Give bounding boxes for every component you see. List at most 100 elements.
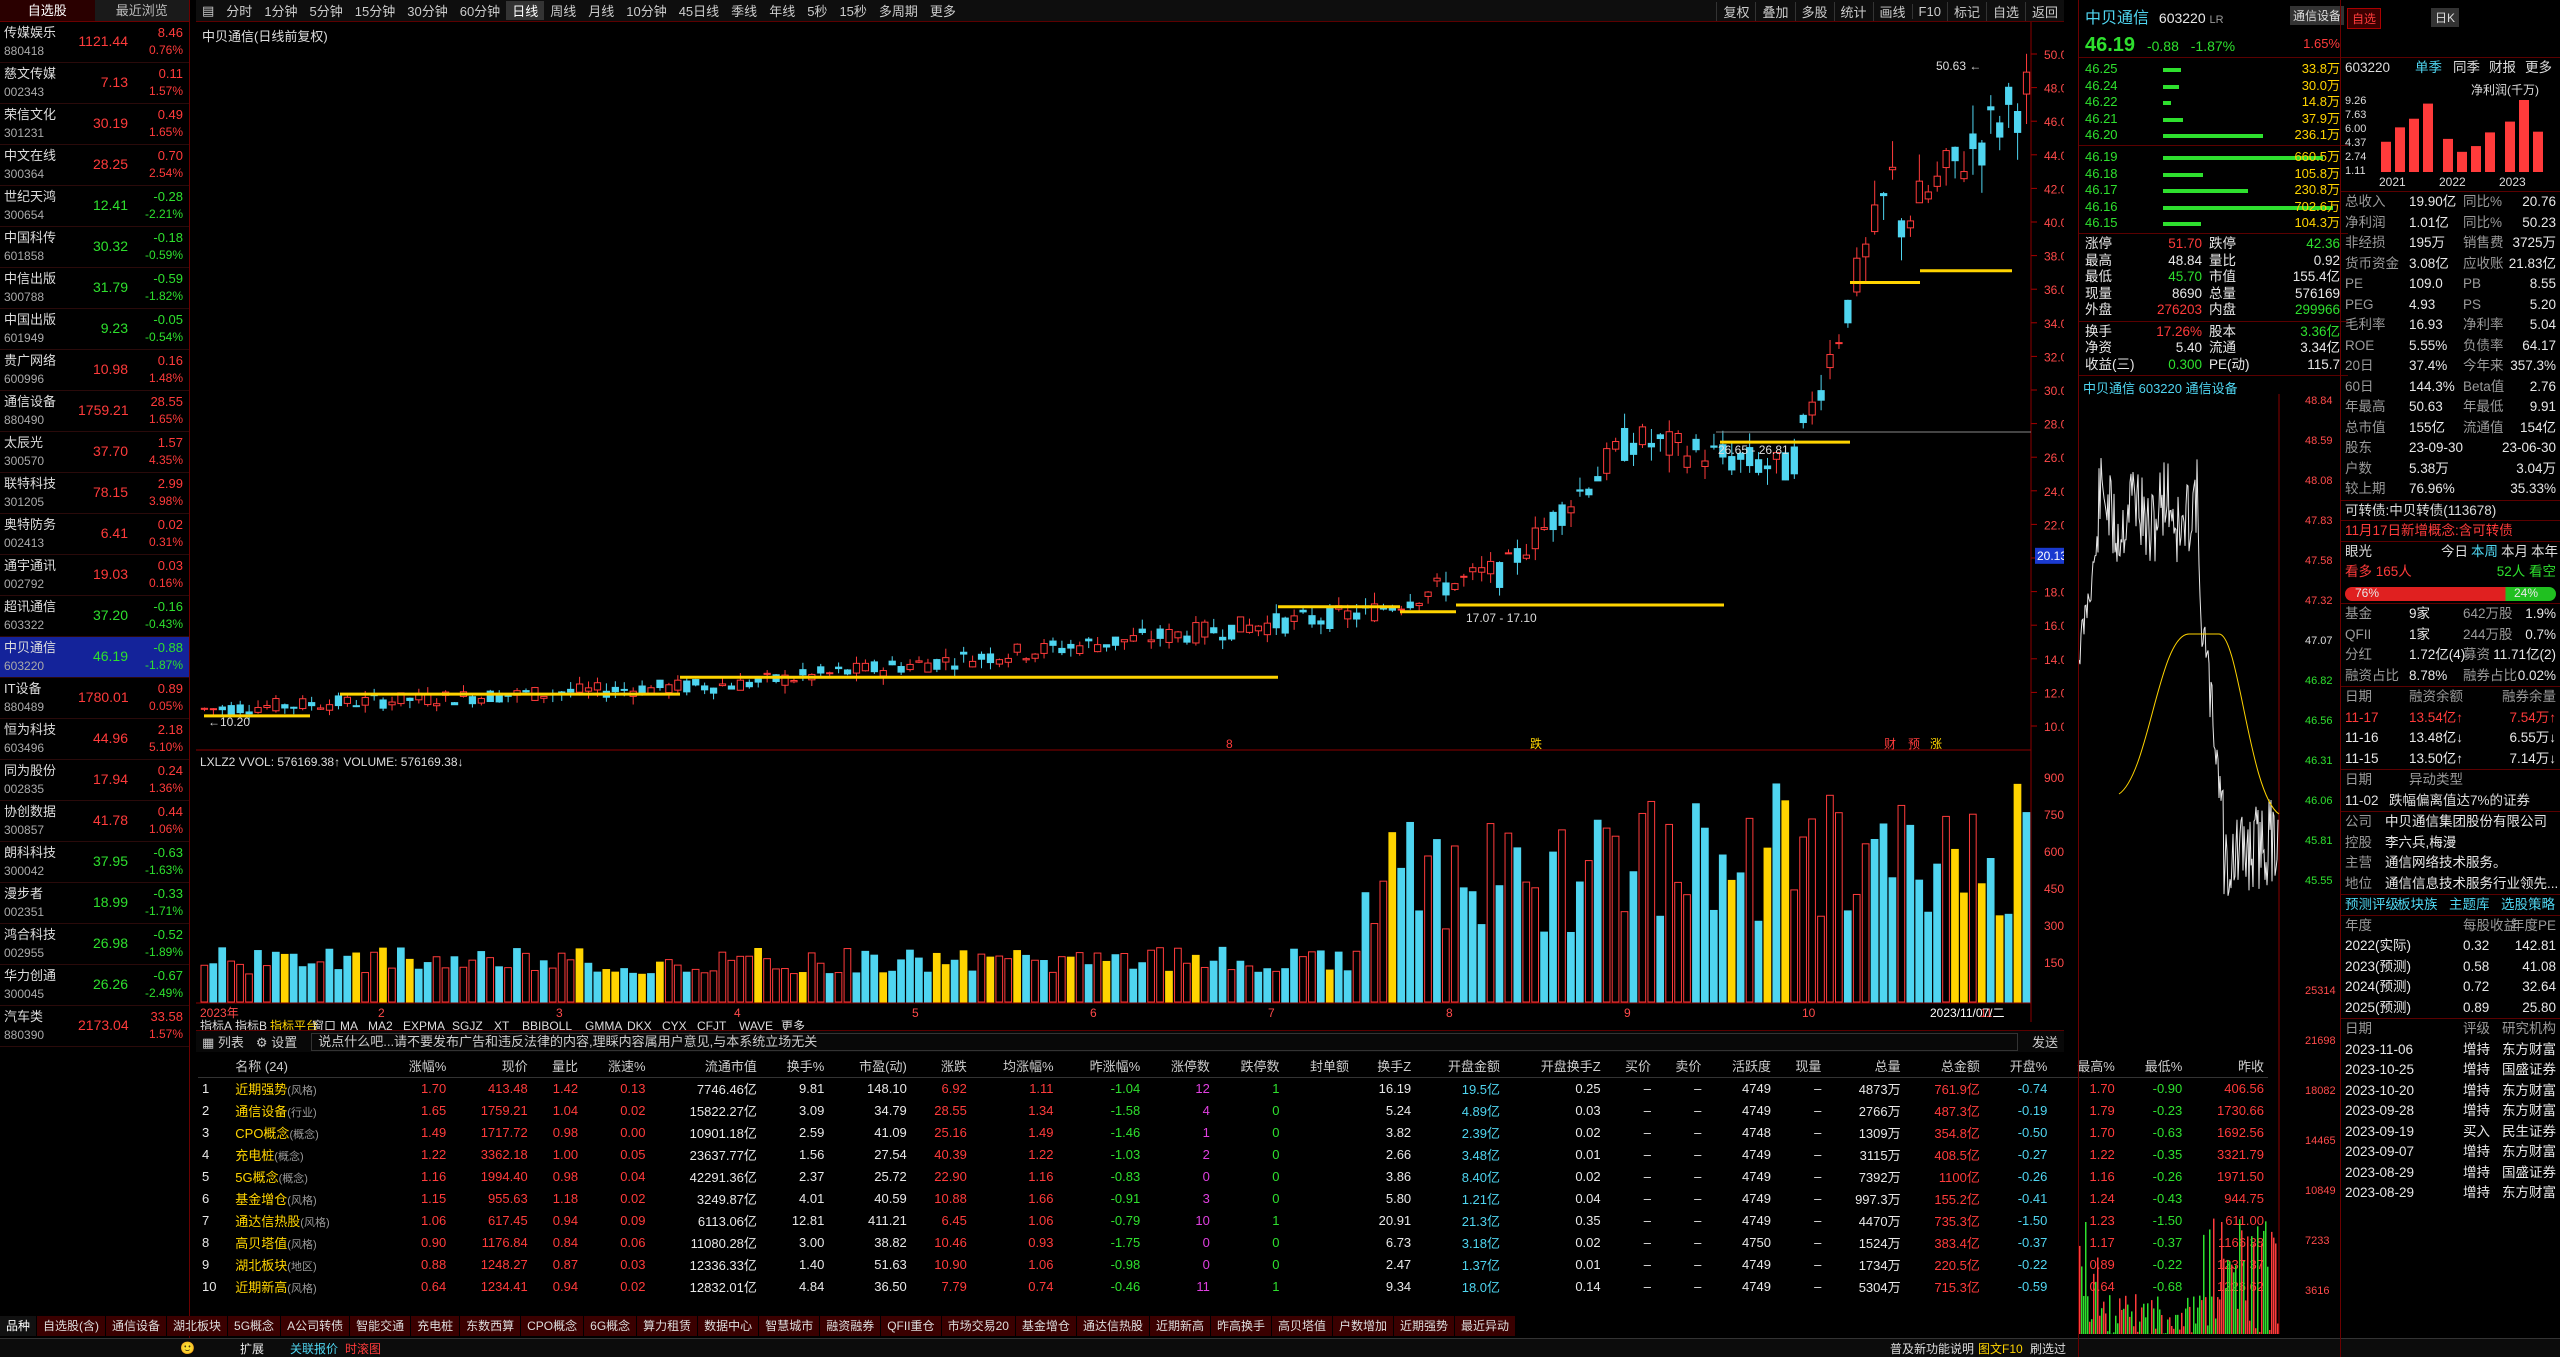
rating-row[interactable]: 2023-08-29 增持 东方财富	[2341, 1183, 2560, 1204]
column-header[interactable]: 卖价	[1655, 1055, 1706, 1078]
sector-name[interactable]: 基金增仓	[235, 1192, 287, 1207]
table-row[interactable]: 5 5G概念(概念) 1.16 1994.40 0.98 0.04 42291.36亿 2.3…	[198, 1165, 2268, 1187]
rating-row[interactable]: 2023-10-25 增持 国盛证券	[2341, 1060, 2560, 1081]
watchlist-item[interactable]: 联特科技 301205 78.15 2.99 3.98%	[0, 473, 189, 514]
column-header[interactable]: 买价	[1604, 1055, 1655, 1078]
column-header[interactable]: 开盘换手Z	[1504, 1055, 1605, 1078]
tool-4[interactable]: 画线	[1872, 1, 1912, 21]
tool-2[interactable]: 多股	[1794, 1, 1834, 21]
tool-1[interactable]: 叠加	[1755, 1, 1794, 21]
bottom-tab[interactable]: 6G概念	[584, 1316, 638, 1336]
watchlist-item[interactable]: 漫步者 002351 18.99 -0.33 -1.71%	[0, 883, 189, 924]
sector-name[interactable]: 近期新高	[235, 1280, 287, 1295]
column-header[interactable]: 开盘%	[1983, 1055, 2052, 1078]
tool-0[interactable]: 复权	[1716, 1, 1755, 21]
watchlist-item[interactable]: 中国出版 601949 9.23 -0.05 -0.54%	[0, 309, 189, 350]
period-8[interactable]: 月线	[582, 1, 620, 20]
column-header[interactable]: 市盈(动)	[828, 1055, 911, 1078]
watchlist-item[interactable]: 朗科科技 300042 37.95 -0.63 -1.63%	[0, 842, 189, 883]
column-header[interactable]: 现量	[1774, 1055, 1826, 1078]
indicator-tab[interactable]: CYX	[662, 1019, 687, 1030]
period-14[interactable]: 15秒	[833, 1, 872, 20]
sentiment-option[interactable]: 今日	[2441, 542, 2468, 563]
bottom-tab[interactable]: 智能交通	[350, 1316, 412, 1336]
table-row[interactable]: 4 充电桩(概念) 1.22 3362.18 1.00 0.05 23637.77亿 1.56…	[198, 1143, 2268, 1165]
sentiment-option[interactable]: 本年	[2531, 542, 2558, 563]
intraday-mini-chart[interactable]: 48.84 48.59 48.08 47.83 47.58 47.32 47.07 46.82…	[2078, 394, 2349, 1334]
forecast-link[interactable]: 选股策略	[2501, 895, 2555, 916]
column-header[interactable]: 涨速%	[582, 1055, 650, 1078]
table-row[interactable]: 10 近期新高(风格) 0.64 1234.41 0.94 0.02 12832.01亿 4.…	[198, 1275, 2268, 1297]
column-header[interactable]: 封单额	[1283, 1055, 1354, 1078]
watchlist-item[interactable]: 荣信文化 301231 30.19 0.49 1.65%	[0, 104, 189, 145]
status-related[interactable]: 关联报价	[290, 1340, 338, 1357]
table-row[interactable]: 8 高贝塔值(风格) 0.90 1176.84 0.84 0.06 11080.28亿 3.0…	[198, 1231, 2268, 1253]
tool-5[interactable]: F10	[1911, 3, 1947, 19]
period-5[interactable]: 60分钟	[454, 1, 506, 20]
column-header[interactable]: 流通市值	[649, 1055, 761, 1078]
status-f10[interactable]: 图文F10	[1978, 1340, 2023, 1357]
bottom-tab[interactable]: 近期强势	[1394, 1316, 1456, 1336]
period-12[interactable]: 年线	[763, 1, 801, 20]
table-row[interactable]: 9 湖北板块(地区) 0.88 1248.27 0.87 0.03 12336.33亿 1.4…	[198, 1253, 2268, 1275]
column-header[interactable]: 涨幅%	[382, 1055, 451, 1078]
period-3[interactable]: 15分钟	[349, 1, 401, 20]
menu-icon[interactable]: ▤	[196, 3, 220, 19]
bottom-tab[interactable]: 自选股(含)	[37, 1316, 107, 1336]
send-button[interactable]: 发送	[2026, 1032, 2064, 1051]
bottom-tab[interactable]: 5G概念	[228, 1316, 282, 1336]
indicator-tab[interactable]: 指标A	[200, 1018, 232, 1030]
period-15[interactable]: 多周期	[873, 1, 924, 20]
add-favorite-button[interactable]: 自选	[2347, 8, 2382, 29]
indicator-tab[interactable]: WAVE	[739, 1019, 773, 1030]
watchlist-item[interactable]: 通宇通讯 002792 19.03 0.03 0.16%	[0, 555, 189, 596]
table-row[interactable]: 1 近期强势(风格) 1.70 413.48 1.42 0.13 7746.46亿 9.81 1…	[198, 1077, 2268, 1099]
bottom-tab[interactable]: 算力租赁	[637, 1316, 699, 1336]
column-header[interactable]: 涨跌	[910, 1055, 971, 1078]
watchlist-item[interactable]: 汽车类 880390 2173.04 33.58 1.57%	[0, 1006, 189, 1047]
column-header[interactable]: 换手Z	[1353, 1055, 1416, 1078]
period-0[interactable]: 分时	[220, 1, 258, 20]
indicator-tab[interactable]: DKX	[627, 1019, 652, 1030]
column-header[interactable]: 总量	[1825, 1055, 1905, 1078]
bottom-tab[interactable]: 数据中心	[698, 1316, 760, 1336]
bottom-tab[interactable]: 东数西算	[460, 1316, 522, 1336]
watchlist-item[interactable]: 华力创通 300045 26.26 -0.67 -2.49%	[0, 965, 189, 1006]
status-timeline[interactable]: 时滚图	[345, 1340, 381, 1357]
settings-button[interactable]: ⚙ 设置	[250, 1032, 303, 1051]
tab-watchlist[interactable]: 自选股	[0, 0, 95, 21]
forecast-link[interactable]: 板块族	[2397, 895, 2438, 916]
watchlist-item[interactable]: 鸿合科技 002955 26.98 -0.52 -1.89%	[0, 924, 189, 965]
period-7[interactable]: 周线	[544, 1, 582, 20]
watchlist-item[interactable]: 协创数据 300857 41.78 0.44 1.06%	[0, 801, 189, 842]
rating-row[interactable]: 2023-09-28 增持 东方财富	[2341, 1101, 2560, 1122]
column-header[interactable]: 量比	[531, 1055, 583, 1078]
indicator-tab[interactable]: 窗口	[312, 1019, 336, 1030]
bottom-tab[interactable]: 高贝塔值	[1271, 1316, 1333, 1336]
tool-3[interactable]: 统计	[1833, 1, 1873, 21]
sector-name[interactable]: 5G概念	[235, 1170, 278, 1185]
watchlist-item[interactable]: 中贝通信 603220 46.19 -0.88 -1.87%	[0, 637, 189, 678]
column-header[interactable]: 开盘金额	[1415, 1055, 1505, 1078]
watchlist-item[interactable]: 中信出版 300788 31.79 -0.59 -1.82%	[0, 268, 189, 309]
indicator-tab[interactable]: 指标平台	[270, 1018, 318, 1030]
bottom-tab[interactable]: 昨高换手	[1210, 1316, 1272, 1336]
tab-recent[interactable]: 最近浏览	[95, 0, 190, 21]
column-header[interactable]: 总金额	[1904, 1055, 1984, 1078]
candlestick-chart[interactable]: 50.00 48.00 46.00 44.00 42.00 40.00 38.00 36.00…	[196, 22, 2064, 1030]
sector-name[interactable]: 高贝塔值	[235, 1236, 287, 1251]
rating-row[interactable]: 2023-10-20 增持 东方财富	[2341, 1081, 2560, 1102]
watchlist-item[interactable]: 奥特防务 002413 6.41 0.02 0.31%	[0, 514, 189, 555]
bottom-tab[interactable]: 户数增加	[1333, 1316, 1395, 1336]
sector-name[interactable]: 通达信热股	[235, 1214, 300, 1229]
indicator-tab[interactable]: GMMA	[585, 1019, 622, 1030]
sector-name[interactable]: 近期强势	[235, 1082, 287, 1097]
column-header[interactable]: 现价	[450, 1055, 532, 1078]
indicator-tab[interactable]: BBIBOLL	[522, 1019, 572, 1030]
watchlist-item[interactable]: 太辰光 300570 37.70 1.57 4.35%	[0, 432, 189, 473]
sector-name[interactable]: 充电桩	[235, 1148, 274, 1163]
indicator-tab[interactable]: 指标B	[235, 1018, 267, 1030]
period-11[interactable]: 季线	[725, 1, 763, 20]
period-2[interactable]: 5分钟	[304, 1, 349, 20]
table-row[interactable]: 3 CPO概念(概念) 1.49 1717.72 0.98 0.00 10901.18亿 2.…	[198, 1121, 2268, 1143]
